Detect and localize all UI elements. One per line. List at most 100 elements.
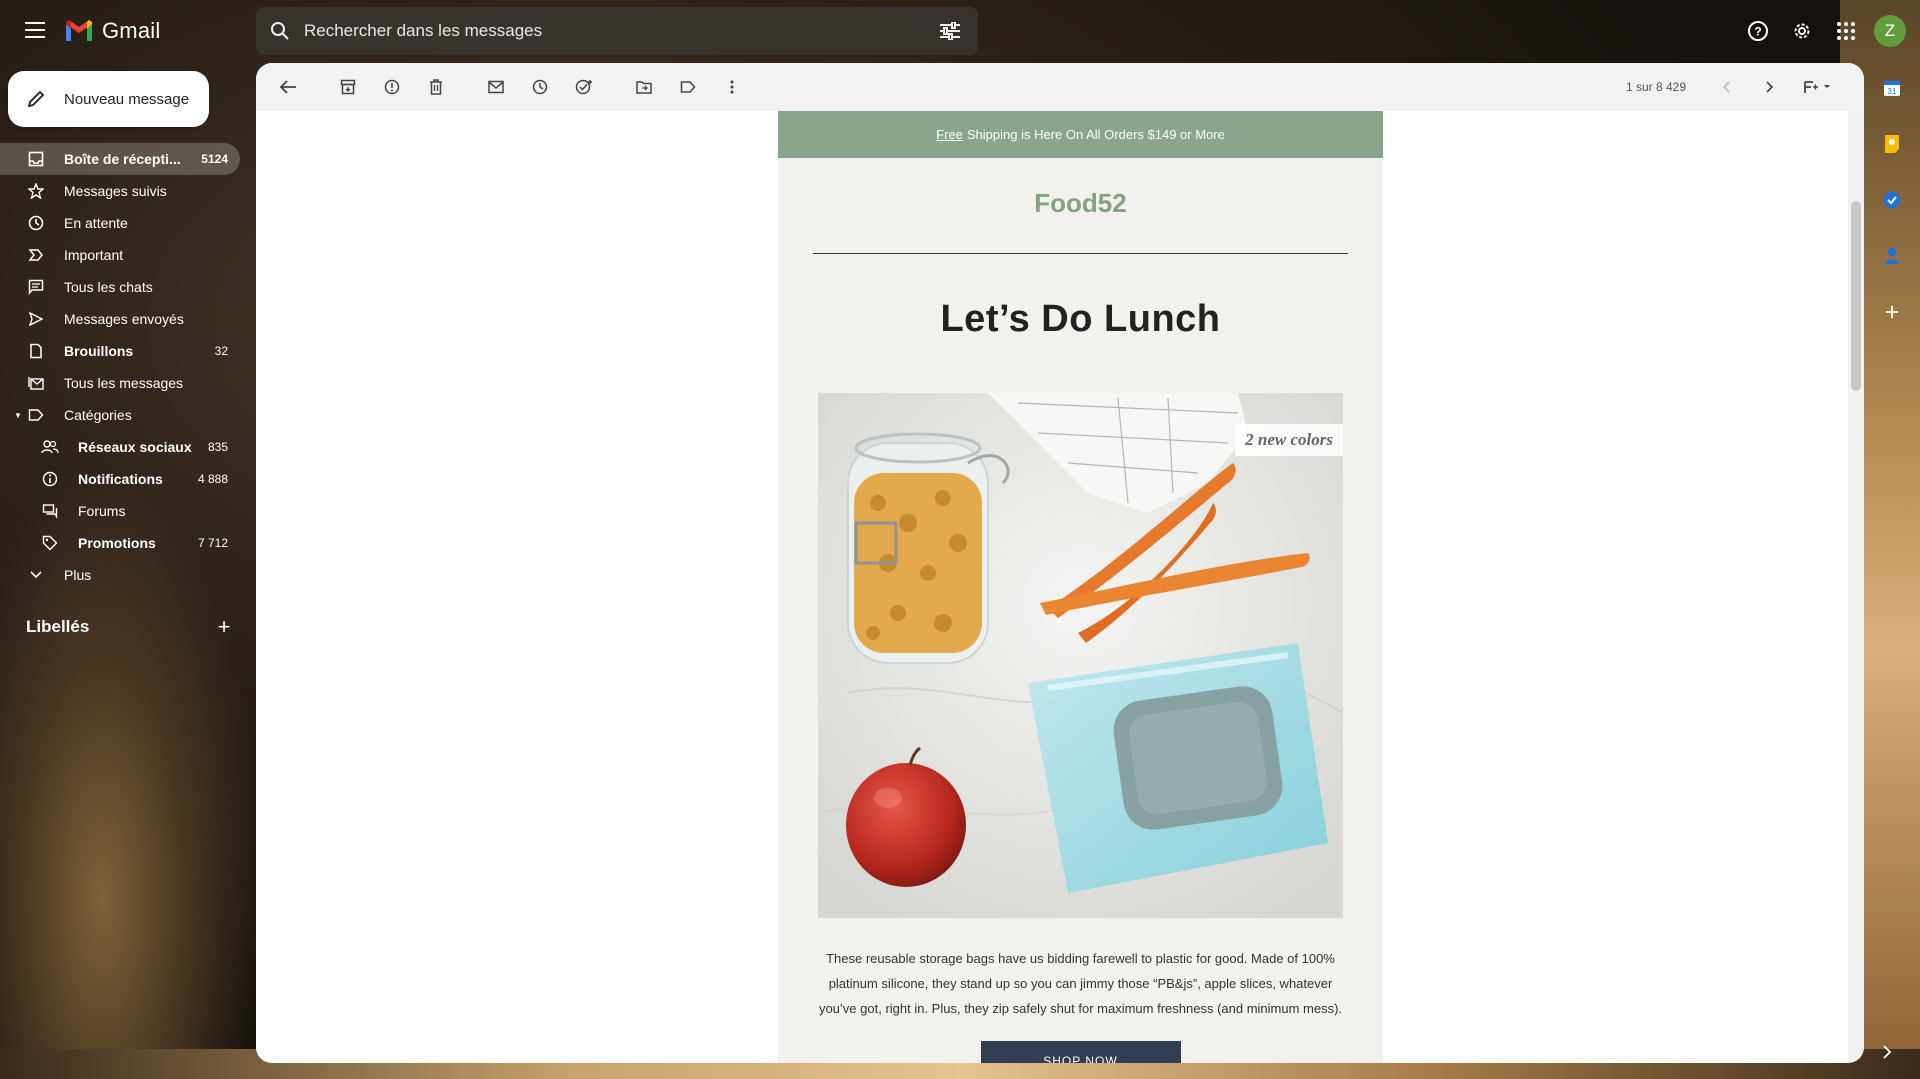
email-headline: Let’s Do Lunch <box>940 298 1221 340</box>
add-task-icon[interactable] <box>562 67 606 107</box>
labels-section-header: Libellés + <box>26 614 236 640</box>
draft-icon <box>26 341 46 361</box>
more-vertical-icon[interactable] <box>710 67 754 107</box>
free-shipping-link[interactable]: Free <box>936 127 963 142</box>
sidebar-item-important[interactable]: Important <box>0 239 240 271</box>
sidebar-item-forums[interactable]: Forums <box>0 495 240 527</box>
hero-illustration <box>818 393 1343 918</box>
all-mail-icon <box>26 373 46 393</box>
unread-count: 4 888 <box>197 472 228 486</box>
chevron-right-icon[interactable] <box>1748 67 1792 107</box>
gmail-logo[interactable]: Gmail <box>64 18 160 44</box>
product-hero-image[interactable]: 2 new colors <box>818 393 1343 918</box>
svg-text:31: 31 <box>1888 87 1897 96</box>
brand-logo[interactable]: Food52 <box>778 188 1383 219</box>
app-name: Gmail <box>102 18 161 43</box>
important-icon <box>26 245 46 265</box>
sidebar-item-label: Messages suivis <box>64 183 167 199</box>
forum-icon <box>40 501 60 521</box>
label-tag-icon[interactable] <box>666 67 710 107</box>
sidebar-item-drafts[interactable]: Brouillons 32 <box>0 335 240 367</box>
settings-gear-icon[interactable] <box>1780 12 1824 50</box>
sidebar-item-chats[interactable]: Tous les chats <box>0 271 240 303</box>
sidebar-item-sent[interactable]: Messages envoyés <box>0 303 240 335</box>
message-toolbar: 1 sur 8 429 <box>256 63 1864 111</box>
report-spam-icon[interactable] <box>370 67 414 107</box>
add-addon-icon[interactable] <box>1874 294 1910 330</box>
account-avatar[interactable]: Z <box>1874 15 1906 47</box>
sidebar-item-label: Important <box>64 247 124 263</box>
main-menu-button[interactable] <box>20 17 50 45</box>
sidebar-item-snoozed[interactable]: En attente <box>0 207 240 239</box>
sidebar-item-starred[interactable]: Messages suivis <box>0 175 240 207</box>
sidebar-item-more[interactable]: Plus <box>0 559 240 591</box>
sidebar-item-notifications[interactable]: Notifications 4 888 <box>0 463 240 495</box>
search-icon[interactable] <box>256 21 304 41</box>
star-icon <box>26 181 46 201</box>
sidebar-item-categories[interactable]: ▼ Catégories <box>0 399 240 431</box>
shop-now-button[interactable]: SHOP NOW <box>980 1041 1181 1063</box>
clock-icon <box>26 213 46 233</box>
shipping-banner: Free Shipping is Here On All Orders $149… <box>778 111 1383 158</box>
archive-icon[interactable] <box>326 67 370 107</box>
back-arrow-icon[interactable] <box>266 67 310 107</box>
search-bar[interactable]: Rechercher dans les messages <box>256 7 978 55</box>
pagination: 1 sur 8 429 <box>1626 67 1844 107</box>
shipping-banner-text: Shipping is Here On All Orders $149 or M… <box>966 127 1225 142</box>
sidebar-item-label: Réseaux sociaux <box>78 439 192 455</box>
trash-icon[interactable] <box>414 67 458 107</box>
people-icon <box>40 437 60 457</box>
info-icon <box>40 469 60 489</box>
chevron-left-icon[interactable] <box>1704 67 1748 107</box>
sidebar-item-label: Promotions <box>78 535 156 551</box>
inbox-icon <box>26 149 46 169</box>
hide-side-panel-icon[interactable] <box>1882 1043 1902 1063</box>
svg-text:?: ? <box>1754 25 1761 39</box>
chevron-down-icon <box>26 565 46 585</box>
sidebar-item-label: Notifications <box>78 471 163 487</box>
sidebar-item-inbox[interactable]: Boîte de récepti... 5124 <box>0 143 240 175</box>
input-tools-icon[interactable] <box>1792 67 1844 107</box>
tasks-icon[interactable] <box>1874 182 1910 218</box>
email-content: Free Shipping is Here On All Orders $149… <box>778 111 1383 1063</box>
sidebar-item-social[interactable]: Réseaux sociaux 835 <box>0 431 240 463</box>
sidebar-item-label: En attente <box>64 215 128 231</box>
tag-icon <box>40 533 60 553</box>
sidebar-item-label: Messages envoyés <box>64 311 184 327</box>
sidebar-item-label: Plus <box>64 567 92 583</box>
vertical-scrollbar[interactable] <box>1848 111 1864 1063</box>
scrollbar-thumb[interactable] <box>1851 201 1861 391</box>
sidebar-item-label: Boîte de récepti... <box>64 151 181 167</box>
compose-button[interactable]: Nouveau message <box>8 71 209 127</box>
keep-icon[interactable] <box>1874 126 1910 162</box>
message-body-area: Free Shipping is Here On All Orders $149… <box>256 111 1848 1063</box>
move-to-folder-icon[interactable] <box>622 67 666 107</box>
pencil-icon <box>8 89 64 109</box>
snooze-clock-icon[interactable] <box>518 67 562 107</box>
unread-count: 5124 <box>201 152 228 166</box>
search-input[interactable]: Rechercher dans les messages <box>304 21 922 41</box>
sidebar-nav: Boîte de récepti... 5124 Messages suivis… <box>0 143 256 591</box>
expand-caret-icon[interactable]: ▼ <box>14 411 22 420</box>
label-icon <box>26 405 46 425</box>
sidebar-item-label: Forums <box>78 503 126 519</box>
calendar-icon[interactable]: 31 <box>1874 70 1910 106</box>
unread-count: 835 <box>207 440 228 454</box>
labels-title: Libellés <box>26 617 90 636</box>
search-options-icon[interactable] <box>922 22 978 40</box>
sidebar-item-all-mail[interactable]: Tous les messages <box>0 367 240 399</box>
contacts-icon[interactable] <box>1874 238 1910 274</box>
create-label-button[interactable]: + <box>212 614 236 640</box>
sidebar-item-label: Catégories <box>64 407 132 423</box>
email-body-text: These reusable storage bags have us bidd… <box>818 951 1343 1016</box>
apps-grid-icon[interactable] <box>1824 12 1868 50</box>
sidebar-item-label: Brouillons <box>64 343 134 359</box>
help-icon[interactable]: ? <box>1736 12 1780 50</box>
chat-icon <box>26 277 46 297</box>
sidebar-item-label: Tous les messages <box>64 375 184 391</box>
mark-unread-icon[interactable] <box>474 67 518 107</box>
sidebar-item-label: Tous les chats <box>64 279 153 295</box>
sidebar-item-promotions[interactable]: Promotions 7 712 <box>0 527 240 559</box>
image-badge: 2 new colors <box>1235 424 1343 456</box>
unread-count: 7 712 <box>197 536 228 550</box>
